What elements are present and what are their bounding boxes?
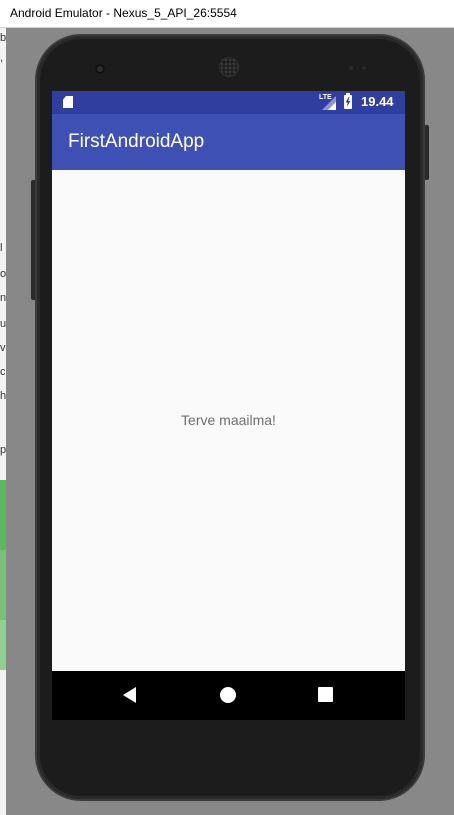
recents-icon[interactable] xyxy=(318,687,333,702)
device-screen[interactable]: LTE 19.44 FirstAndroidApp Terve maailma! xyxy=(52,91,405,720)
background-glyph: n xyxy=(0,292,7,304)
sd-card-icon xyxy=(63,96,73,108)
background-glyph: p xyxy=(0,444,7,456)
status-bar: LTE 19.44 xyxy=(52,91,405,114)
front-camera xyxy=(95,64,105,74)
app-title: FirstAndroidApp xyxy=(68,131,205,152)
hello-text: Terve maailma! xyxy=(181,412,276,428)
background-glyph: , xyxy=(0,52,4,64)
window-titlebar: Android Emulator - Nexus_5_API_26:5554 xyxy=(0,0,454,28)
background-green-strip xyxy=(0,620,6,670)
background-glyph: b xyxy=(0,32,7,44)
proximity-sensor xyxy=(349,66,353,70)
background-glyph: h xyxy=(0,390,7,402)
background-green-strip xyxy=(0,480,6,550)
background-glyph: v xyxy=(0,342,6,354)
background-glyph: u xyxy=(0,318,7,330)
background-window-edge xyxy=(0,28,6,815)
home-icon[interactable] xyxy=(220,687,236,703)
background-green-strip xyxy=(0,550,6,620)
earpiece-speaker xyxy=(220,58,238,76)
battery-charging-icon xyxy=(344,93,352,109)
background-glyph: o xyxy=(0,268,7,280)
signal-icon xyxy=(322,96,336,110)
light-sensor xyxy=(362,66,366,70)
app-toolbar: FirstAndroidApp xyxy=(52,114,405,170)
power-button[interactable] xyxy=(423,125,429,180)
back-icon[interactable] xyxy=(123,687,136,703)
navigation-bar xyxy=(52,671,405,720)
status-clock: 19.44 xyxy=(361,94,394,109)
window-title: Android Emulator - Nexus_5_API_26:5554 xyxy=(10,6,237,20)
background-glyph: l xyxy=(0,242,3,254)
main-content: Terve maailma! xyxy=(52,170,405,671)
background-glyph: c xyxy=(0,366,6,378)
